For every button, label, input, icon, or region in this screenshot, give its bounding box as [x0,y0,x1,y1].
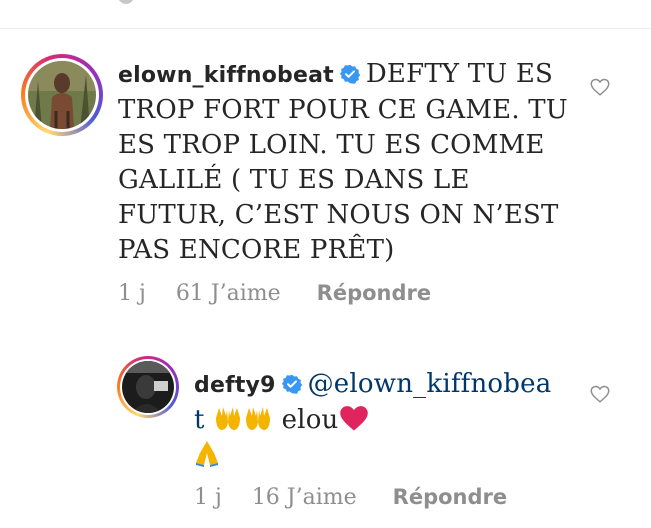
reply-meta: 1 j 16 J’aime Répondre [194,485,507,510]
avatar[interactable] [117,356,179,418]
comment-text: DEFTY TU ES TROP FORT POUR CE GAME. TU E… [118,59,568,265]
top-bar-edge [118,0,134,4]
heart-outline-icon[interactable] [589,383,611,405]
comment-likes[interactable]: 61 J’aime [176,281,281,306]
reply-body: defty9 @elown_kiffnobeat elou [194,367,554,473]
reply-username[interactable]: defty9 [194,373,276,398]
reply-time[interactable]: 1 j [194,485,222,510]
top-bar [0,0,651,28]
raising-hands-emoji-icon [216,407,241,430]
comment-body: elown_kiffnobeat DEFTY TU ES TROP FORT PO… [118,57,578,268]
divider [0,28,651,29]
avatar-photo [28,61,96,129]
folded-hands-emoji-icon [196,441,218,467]
reply-button[interactable]: Répondre [393,485,507,509]
avatar-photo [122,361,174,413]
comment-username[interactable]: elown_kiffnobeat [118,63,334,88]
verified-badge-icon [281,374,302,394]
heart-outline-icon[interactable] [589,76,611,98]
avatar[interactable] [21,54,103,136]
reply-likes[interactable]: 16 J’aime [252,485,357,510]
reply-button[interactable]: Répondre [317,281,431,305]
comment-time[interactable]: 1 j [118,281,146,306]
comment-meta: 1 j 61 J’aime Répondre [118,281,431,306]
reply-text: elou [281,405,339,435]
verified-badge-icon [339,64,360,84]
raising-hands-emoji-icon [246,407,271,430]
red-heart-emoji-icon [339,406,368,431]
